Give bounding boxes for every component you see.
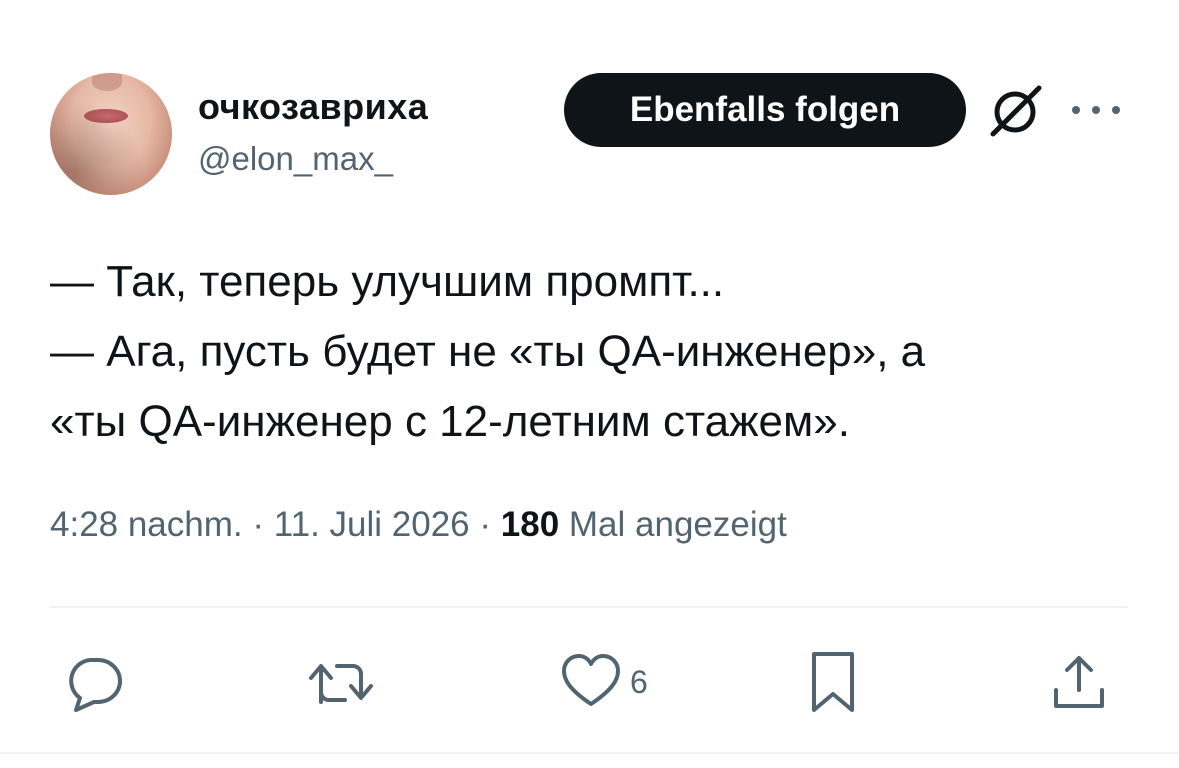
views-count: 180 bbox=[500, 505, 560, 544]
share-button[interactable] bbox=[1050, 650, 1108, 714]
heart-icon bbox=[562, 654, 620, 706]
divider bbox=[50, 606, 1128, 608]
tweet: очкозавриха @elon_max_ Ebenfalls folgen … bbox=[0, 0, 1179, 768]
follow-button[interactable]: Ebenfalls folgen bbox=[564, 73, 966, 147]
retweet-button[interactable] bbox=[307, 650, 375, 714]
retweet-icon bbox=[309, 664, 373, 704]
tweet-line: — Ага, пусть будет не «ты QA-инженер», а bbox=[50, 327, 926, 376]
author-display-name[interactable]: очкозавриха bbox=[198, 86, 428, 128]
like-button[interactable]: 6 bbox=[560, 650, 648, 714]
meta-separator: · bbox=[252, 505, 265, 544]
bottom-divider bbox=[0, 752, 1179, 754]
reply-icon bbox=[69, 658, 122, 712]
share-icon bbox=[1054, 656, 1104, 708]
bookmark-icon bbox=[812, 652, 854, 712]
tweet-line: — Так, теперь улучшим промпт... bbox=[50, 257, 725, 306]
like-count: 6 bbox=[630, 663, 648, 700]
reply-button[interactable] bbox=[64, 650, 124, 714]
author-handle[interactable]: @elon_max_ bbox=[198, 140, 393, 178]
tweet-line: «ты QA-инженер с 12-летним стажем». bbox=[50, 397, 850, 446]
tweet-meta: 4:28 nachm. · 11. Juli 2026 · 180 Mal an… bbox=[50, 505, 787, 545]
avatar-shade bbox=[50, 73, 172, 195]
tweet-time[interactable]: 4:28 nachm. bbox=[50, 505, 243, 544]
avatar[interactable] bbox=[50, 73, 172, 195]
tweet-text: — Так, теперь улучшим промпт... — Ага, п… bbox=[50, 247, 1140, 457]
meta-separator: · bbox=[479, 505, 492, 544]
tweet-date[interactable]: 11. Juli 2026 bbox=[274, 505, 470, 544]
grok-icon[interactable] bbox=[985, 84, 1047, 138]
views-label: Mal angezeigt bbox=[568, 505, 787, 544]
bookmark-button[interactable] bbox=[808, 650, 858, 714]
more-icon[interactable] bbox=[1066, 98, 1126, 122]
